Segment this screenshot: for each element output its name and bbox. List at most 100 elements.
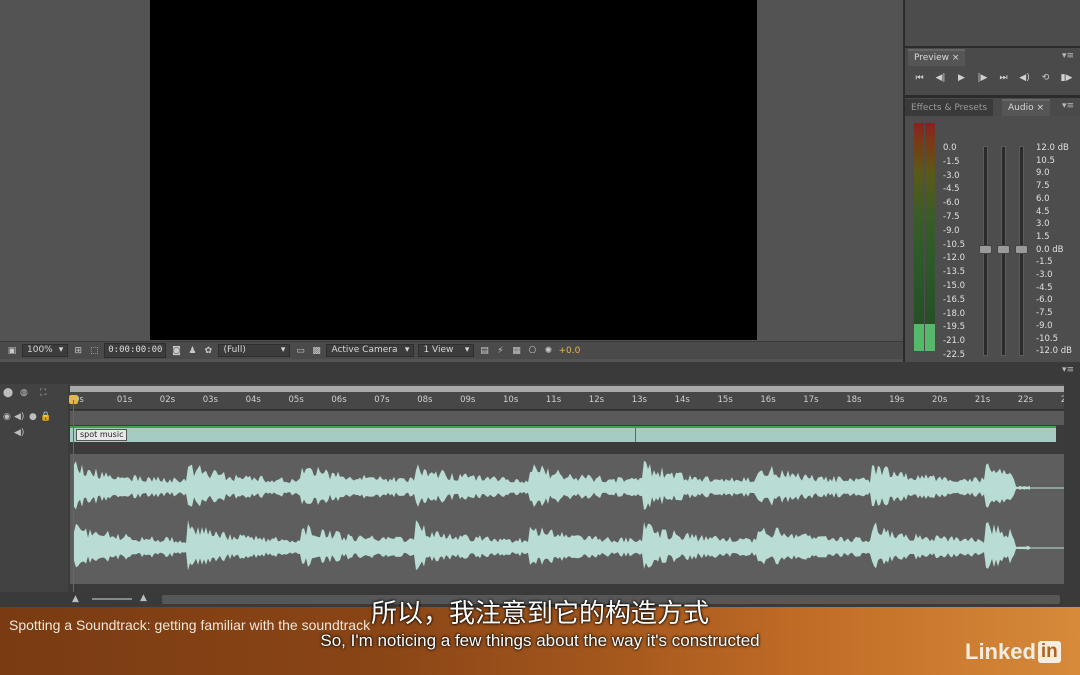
scale-label: -10.5 (1036, 333, 1058, 344)
ruler-tick-label: 09s (460, 386, 476, 405)
eye-icon[interactable]: ◉ (3, 412, 11, 422)
slider-knob[interactable] (997, 245, 1010, 254)
close-icon[interactable]: × (952, 53, 960, 63)
ruler-tick-label: 16s (760, 386, 776, 405)
tab-effects-presets[interactable]: Effects & Presets (905, 99, 994, 116)
volume-slider-right[interactable] (1015, 146, 1028, 356)
scale-label: -9.0 (943, 225, 960, 236)
comp-mini-flowchart-icon[interactable]: ⬤ (3, 388, 13, 398)
scale-label: 1.5 (1036, 231, 1050, 242)
tab-audio[interactable]: Audio × (1002, 99, 1051, 116)
vertical-scrollbar[interactable] (1064, 384, 1080, 592)
camera-view-dropdown[interactable]: Active Camera ▾ (326, 344, 415, 357)
scale-label: -12.0 (943, 253, 965, 264)
play-icon[interactable]: ▶ (955, 71, 968, 84)
scale-label: 3.0 (1036, 219, 1050, 230)
loop-icon[interactable]: ⟲ (1039, 71, 1052, 84)
slider-knob[interactable] (1015, 245, 1028, 254)
first-frame-icon[interactable]: ⏮ (913, 71, 926, 84)
toggle-pixel-aspect-icon[interactable]: ▤ (478, 345, 490, 357)
tab-effects-label: Effects & Presets (911, 103, 988, 113)
graph-editor-icon[interactable]: ⛶ (40, 388, 46, 398)
color-channels-icon[interactable]: ✿ (202, 345, 214, 357)
region-of-interest-icon[interactable]: ⬚ (88, 345, 100, 357)
ruler-tick-label: 05s (288, 386, 304, 405)
tab-preview-label: Preview (914, 53, 950, 63)
view-layout-dropdown[interactable]: 1 View ▾ (418, 344, 475, 357)
subtitle-english: So, I'm noticing a few things about the … (320, 631, 760, 650)
last-frame-icon[interactable]: ⏭ (997, 71, 1010, 84)
meter-level-fill (914, 323, 924, 351)
chevron-down-icon: ▾ (58, 345, 64, 355)
tab-preview[interactable]: Preview × (908, 49, 966, 66)
level-meter-right (925, 123, 935, 351)
scale-label: -6.0 (1036, 295, 1053, 306)
fast-previews-icon[interactable]: ▭ (294, 345, 306, 357)
timeline-panel-icon[interactable]: ▦ (510, 345, 522, 357)
layer-bar[interactable]: spot music (70, 426, 1056, 442)
audio-panel: Effects & Presets Audio × ▾≡ 0.0 -1.5 -3.0… (905, 98, 1080, 374)
magnification-dropdown[interactable]: 100% ▾ (22, 344, 69, 357)
resolution-dropdown[interactable]: (Full) ▾ (218, 344, 291, 357)
mute-audio-icon[interactable]: ◀) (1018, 71, 1031, 84)
chevron-down-icon: ▾ (280, 345, 286, 355)
ram-preview-icon[interactable]: ▮▶ (1060, 71, 1073, 84)
ruler-tick-label: 15s (717, 386, 733, 405)
scale-label: 0.0 (943, 143, 957, 153)
scale-label: 6.0 (1036, 193, 1050, 204)
solo-icon[interactable]: ● (29, 412, 37, 422)
scale-label: -18.0 (943, 308, 965, 319)
ruler-tick-label: 17s (803, 386, 819, 405)
scale-label: -16.5 (943, 294, 965, 305)
ruler-tick-label: 18s (846, 386, 862, 405)
previous-frame-icon[interactable]: ◀| (934, 71, 947, 84)
layer-audio-toggle-icon[interactable]: ◀) (14, 428, 24, 438)
scale-label: -3.0 (943, 170, 960, 181)
current-time-display[interactable]: 0:00:00:00 (104, 343, 167, 358)
slider-knob[interactable] (979, 245, 992, 254)
work-area-bar[interactable] (70, 386, 1064, 392)
subtitle-chinese: 所以，我注意到它的构造方式 (370, 599, 709, 629)
scale-label: 10.5 (1036, 155, 1055, 166)
comp-track (70, 411, 1064, 425)
exposure-value[interactable]: +0.0 (558, 346, 580, 356)
ruler-tick-label: 07s (374, 386, 390, 405)
flowchart-icon[interactable]: ⎔ (526, 345, 538, 357)
scale-label: 0.0 dB (1036, 244, 1064, 255)
scale-label: -19.5 (943, 322, 965, 333)
scale-label: -15.0 (943, 280, 965, 291)
volume-slider-left[interactable] (979, 146, 992, 356)
always-preview-icon[interactable]: ▣ (6, 345, 18, 357)
scale-label: -1.5 (1036, 257, 1053, 268)
safe-zones-icon[interactable]: ⊞ (72, 345, 84, 357)
current-time-line (73, 400, 74, 605)
slider-scale: 12.0 dB 10.5 9.0 7.5 6.0 4.5 3.0 1.5 0.0 dB -1.5 -… (1036, 142, 1072, 358)
panel-menu-icon[interactable]: ▾≡ (1062, 51, 1074, 61)
scale-label: 4.5 (1036, 206, 1050, 217)
next-frame-icon[interactable]: |▶ (976, 71, 989, 84)
waveform-channel (74, 520, 1030, 571)
snapshot-camera-icon[interactable]: ◙ (170, 345, 182, 357)
ruler-tick-label: 08s (417, 386, 433, 405)
fast-preview-mode-icon[interactable]: ⚡ (494, 345, 506, 357)
speaker-icon[interactable]: ◀) (14, 412, 24, 422)
lock-icon[interactable]: 🔒 (40, 412, 51, 422)
scale-label: -13.5 (943, 267, 965, 278)
scale-label: -3.0 (1036, 270, 1053, 281)
show-snapshot-icon[interactable]: ♟ (186, 345, 198, 357)
reset-exposure-icon[interactable]: ✺ (542, 345, 554, 357)
panel-menu-icon[interactable]: ▾≡ (1062, 101, 1074, 111)
volume-slider-both[interactable] (997, 146, 1010, 356)
scale-label: 7.5 (1036, 181, 1050, 192)
draft-3d-icon[interactable]: ◍ (20, 388, 28, 398)
close-icon[interactable]: × (1036, 103, 1044, 113)
ruler-tick-label: 21s (974, 386, 991, 405)
transparency-grid-icon[interactable]: ▩ (310, 345, 322, 357)
composition-canvas[interactable] (150, 0, 757, 340)
waveform-channel (74, 460, 1030, 510)
panel-menu-icon[interactable]: ▾≡ (1062, 365, 1074, 375)
ruler-tick-label: 13s (631, 386, 647, 405)
ruler-tick-label: 11s (545, 386, 562, 405)
scale-label: -12.0 dB (1036, 346, 1072, 357)
timeline-panel: ▾≡ ⬤ ◍ ⛶ ◉ ◀) ● 🔒 ◀) 0s 01s 02s 03s 04s 05s 06… (0, 362, 1080, 607)
